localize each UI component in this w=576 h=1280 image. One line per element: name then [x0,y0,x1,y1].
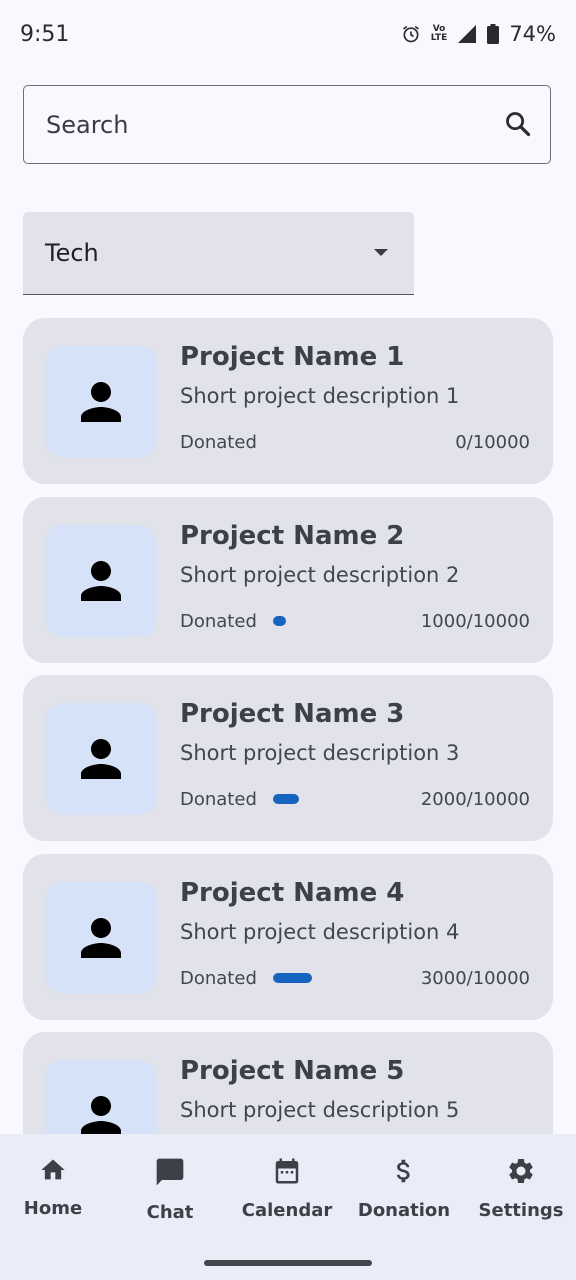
project-title: Project Name 2 [180,520,405,551]
donation-progress-bar [273,615,403,626]
project-avatar [45,346,157,458]
bottom-nav: Home Chat Calendar Donation Settings [0,1134,576,1280]
donated-label: Donated [180,432,257,453]
nav-item-calendar[interactable]: Calendar [229,1156,345,1221]
project-description: Short project description 1 [180,384,460,408]
project-title: Project Name 1 [180,342,405,372]
nav-item-chat[interactable]: Chat [112,1156,228,1223]
project-card[interactable]: Project Name 3 Short project description … [23,675,553,841]
project-avatar [45,881,157,994]
donated-label: Donated [180,610,257,632]
project-title: Project Name 5 [180,1056,405,1086]
person-icon [81,739,121,779]
volte-icon: Vo LTE [430,24,448,43]
nav-label-chat: Chat [146,1202,194,1223]
status-bar: 9:51 Vo LTE 74% [0,0,576,72]
search-icon[interactable] [504,110,532,138]
donated-label: Donated [180,789,257,810]
category-dropdown[interactable]: Tech [23,212,414,295]
home-icon [41,1159,65,1180]
dollar-icon [396,1159,410,1183]
project-card[interactable]: Project Name 4 Short project description … [23,853,553,1020]
status-icons: Vo LTE 74% [401,22,556,46]
nav-item-home[interactable]: Home [0,1156,111,1219]
nav-item-donation[interactable]: Donation [346,1156,462,1221]
battery-icon [487,24,500,44]
nav-item-settings[interactable]: Settings [463,1156,576,1221]
battery-percent: 74% [509,22,556,46]
chat-icon [156,1158,184,1186]
project-description: Short project description 2 [180,562,460,587]
project-card[interactable]: Project Name 2 Short project description … [23,496,553,663]
donation-progress-bar [273,972,403,983]
donation-progress-bar [273,437,403,447]
person-icon [81,560,121,601]
donation-amount: 1000/10000 [420,610,530,632]
alarm-icon [402,25,419,43]
donation-amount: 0/10000 [455,432,530,453]
donation-amount: 3000/10000 [420,967,530,989]
gesture-home-bar[interactable] [204,1260,372,1266]
nav-label-donation: Donation [357,1200,451,1221]
project-title: Project Name 3 [180,699,405,729]
nav-label-calendar: Calendar [241,1200,333,1221]
category-dropdown-value: Tech [45,239,99,267]
donation-progress-fill [273,615,286,626]
signal-icon [458,25,477,43]
nav-label-home: Home [23,1198,83,1219]
donation-amount: 2000/10000 [420,789,530,810]
donation-progress-fill [273,794,299,804]
person-icon [81,382,121,422]
nav-label-settings: Settings [478,1200,564,1221]
dropdown-arrow-icon [374,249,388,256]
donation-progress-bar [273,794,403,804]
donated-label: Donated [180,967,257,989]
search-box[interactable] [23,85,551,164]
donation-progress-fill [273,972,312,983]
search-input[interactable] [44,86,488,164]
project-description: Short project description 5 [180,1098,460,1122]
project-card[interactable]: Project Name 1 Short project description … [23,318,553,484]
project-description: Short project description 3 [180,741,460,765]
person-icon [81,917,121,958]
project-avatar [45,524,157,637]
project-title: Project Name 4 [180,877,405,908]
project-description: Short project description 4 [180,919,460,944]
gear-icon [509,1159,533,1183]
status-time: 9:51 [20,22,70,47]
calendar-icon [275,1158,299,1184]
project-avatar [45,703,157,815]
